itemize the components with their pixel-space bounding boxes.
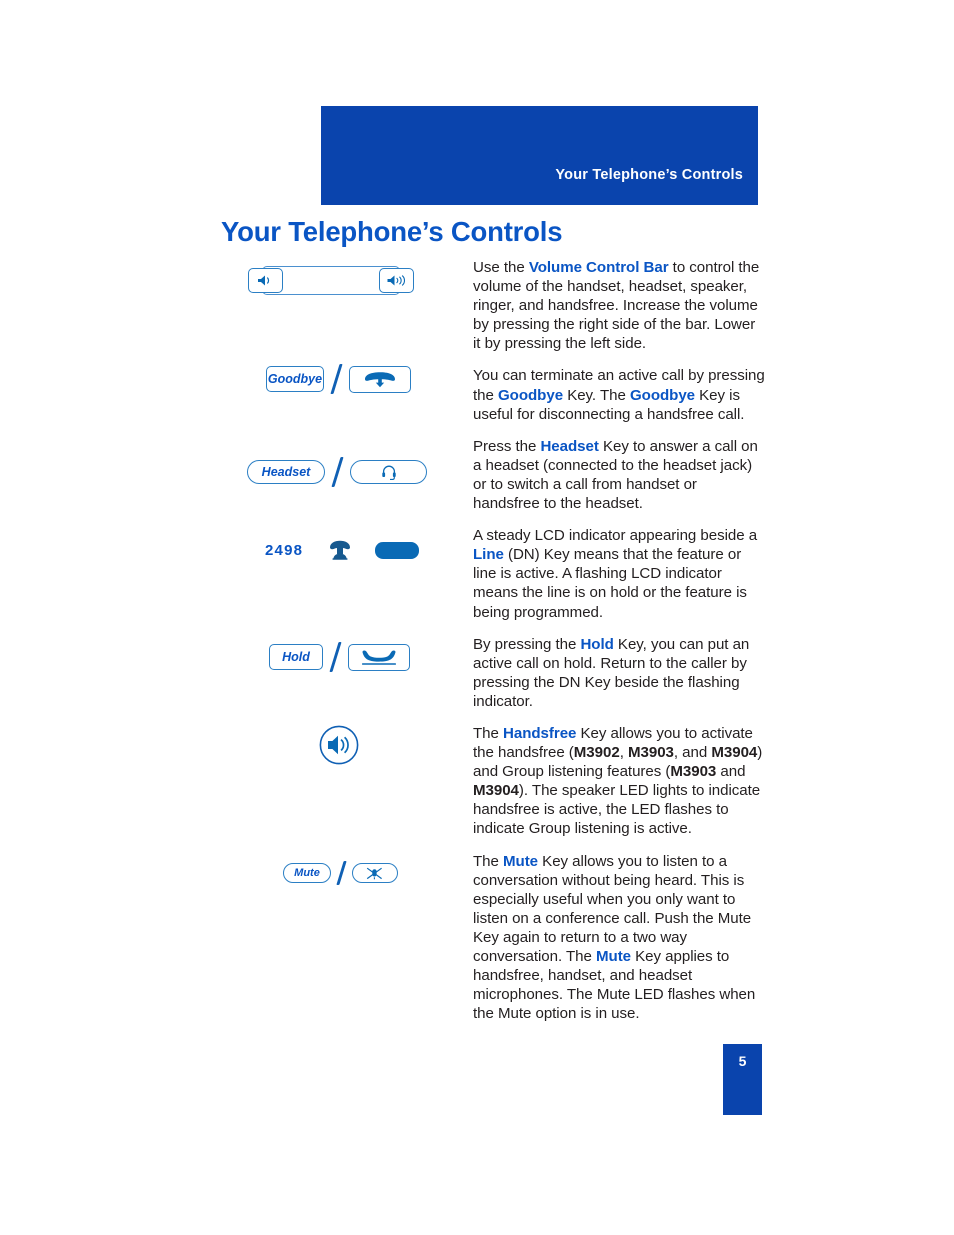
text-run: Use the	[473, 259, 529, 276]
handset-down-arrow-icon	[361, 371, 399, 388]
keyword-line: Line	[473, 546, 504, 564]
keyword-goodbye: Goodbye	[497, 386, 564, 404]
text-run: ,	[619, 744, 628, 762]
mute-key-icon-cap[interactable]	[352, 863, 398, 883]
separator-slash	[331, 457, 344, 487]
separator-slash	[336, 861, 347, 885]
key-illustrations-column: Goodbye Headset 2498 Hold Mute	[221, 255, 461, 890]
page-number: 5	[738, 1053, 747, 1069]
keyword-hold: Hold	[580, 635, 614, 653]
headset-key-label-text: Headset	[261, 465, 311, 479]
headset-key-label[interactable]: Headset	[247, 460, 325, 484]
keyword-goodbye: Goodbye	[629, 386, 696, 404]
header-band: Your Telephone’s Controls	[321, 106, 758, 205]
headset-icon	[381, 464, 397, 480]
keyword-volume-control-bar: Volume Control Bar	[528, 259, 669, 276]
text-run: The	[473, 852, 504, 870]
paragraph-handsfree: The Handsfree Key allows you to activate…	[473, 724, 765, 839]
paragraph-headset: Press the Headset Key to answer a call o…	[473, 437, 765, 513]
paragraph-hold: By pressing the Hold Key, you can put an…	[473, 635, 765, 711]
text-run: and	[716, 763, 746, 781]
text-run: (DN) Key means that the feature or line …	[473, 546, 747, 621]
model-m3903: M3903	[670, 763, 717, 781]
volume-control-bar-illustration	[221, 255, 461, 307]
running-header-title: Your Telephone’s Controls	[555, 167, 743, 183]
goodbye-key-label-text: Goodbye	[267, 372, 323, 386]
hold-key-icon-cap[interactable]	[348, 643, 410, 671]
hold-key-label-text: Hold	[282, 650, 310, 664]
text-run: By pressing the	[473, 635, 581, 653]
page-title: Your Telephone’s Controls	[221, 216, 563, 247]
paragraph-line: A steady LCD indicator appearing beside …	[473, 526, 765, 621]
text-run: , and	[673, 744, 712, 762]
handsfree-key-illustration	[221, 722, 461, 768]
text-run: Key. The	[563, 386, 630, 404]
volume-control-bar[interactable]	[248, 263, 414, 299]
mute-key-label[interactable]: Mute	[283, 863, 331, 883]
line-dn-key-illustration: 2498	[221, 530, 461, 570]
model-m3904: M3904	[473, 782, 519, 800]
handset-cradled-icon	[359, 649, 399, 666]
goodbye-key-icon-cap[interactable]	[349, 365, 411, 393]
paragraph-goodbye: You can terminate an active call by pres…	[473, 366, 765, 423]
headset-key-illustration: Headset	[221, 452, 461, 492]
separator-slash	[329, 642, 342, 672]
text-run: Press the	[473, 437, 541, 455]
model-m3902: M3902	[573, 744, 620, 762]
model-m3903: M3903	[627, 744, 674, 762]
line-dn-number: 2498	[265, 541, 304, 559]
mute-key-label-text: Mute	[294, 867, 320, 879]
text-run: The	[473, 724, 504, 742]
paragraph-mute: The Mute Key allows you to listen to a c…	[473, 852, 765, 1024]
goodbye-key-label[interactable]: Goodbye	[266, 366, 324, 392]
paragraph-volume: Use the Volume Control Bar to control th…	[473, 258, 765, 353]
microphone-muted-icon	[366, 867, 384, 880]
hold-key-illustration: Hold	[221, 637, 461, 677]
lcd-indicator-lamp	[375, 541, 420, 559]
separator-slash	[330, 364, 343, 394]
speaker-high-icon[interactable]	[379, 268, 414, 293]
keyword-handsfree: Handsfree	[503, 724, 577, 742]
mute-key-illustration: Mute	[221, 856, 461, 890]
page-number-tab: 5	[723, 1044, 762, 1115]
body-text-column: Use the Volume Control Bar to control th…	[473, 258, 765, 1023]
headset-key-icon-cap[interactable]	[350, 460, 427, 484]
goodbye-key-illustration: Goodbye	[221, 359, 461, 399]
model-m3904: M3904	[711, 744, 758, 762]
keyword-mute: Mute	[596, 948, 632, 965]
text-run: A steady LCD indicator appearing beside …	[473, 527, 758, 545]
speaker-circle-icon[interactable]	[318, 724, 360, 766]
speaker-low-icon[interactable]	[248, 268, 283, 293]
keyword-headset: Headset	[540, 437, 599, 455]
telephone-icon	[327, 540, 353, 560]
hold-key-label[interactable]: Hold	[269, 644, 323, 670]
keyword-mute: Mute	[503, 852, 539, 870]
